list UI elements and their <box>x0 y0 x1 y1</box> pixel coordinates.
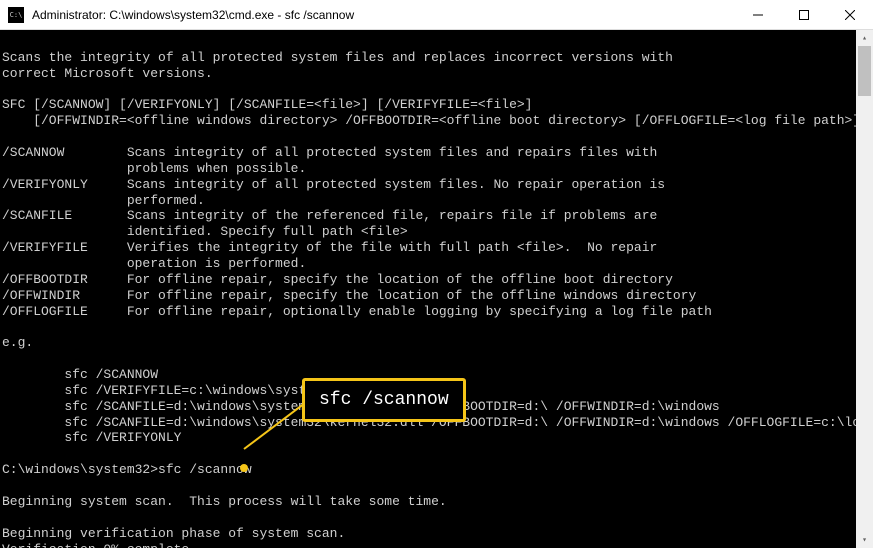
close-icon <box>845 10 855 20</box>
close-button[interactable] <box>827 0 873 29</box>
callout-text: sfc /scannow <box>319 390 449 410</box>
maximize-button[interactable] <box>781 0 827 29</box>
scroll-down-icon[interactable]: ▾ <box>856 532 873 548</box>
minimize-button[interactable] <box>735 0 781 29</box>
cmd-window: Administrator: C:\windows\system32\cmd.e… <box>0 0 873 548</box>
window-controls <box>735 0 873 29</box>
window-title: Administrator: C:\windows\system32\cmd.e… <box>32 8 735 22</box>
cmd-icon <box>8 7 24 23</box>
scroll-up-icon[interactable]: ▴ <box>856 30 873 46</box>
maximize-icon <box>799 10 809 20</box>
scrollbar[interactable]: ▴ ▾ <box>856 30 873 548</box>
scroll-thumb[interactable] <box>858 46 871 96</box>
terminal-wrapper: Scans the integrity of all protected sys… <box>0 30 873 548</box>
terminal-output[interactable]: Scans the integrity of all protected sys… <box>0 30 856 548</box>
minimize-icon <box>753 10 763 20</box>
callout-box: sfc /scannow <box>302 378 466 422</box>
callout-dot <box>240 464 248 472</box>
titlebar[interactable]: Administrator: C:\windows\system32\cmd.e… <box>0 0 873 30</box>
